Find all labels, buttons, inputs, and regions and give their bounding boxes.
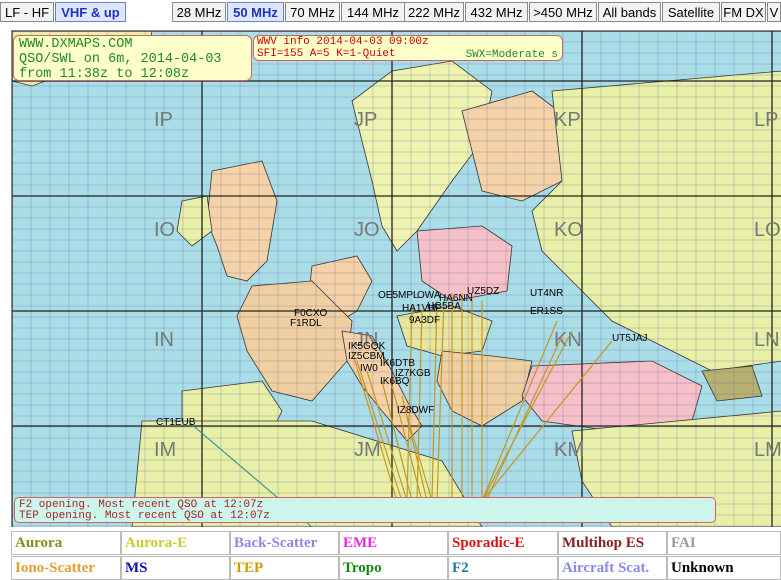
legend-eme: EME [339, 531, 448, 555]
tab-vhf-up[interactable]: VHF & up [55, 2, 126, 22]
station-label: IZ8DWF [397, 405, 434, 416]
site-name: WWW.DXMAPS.COM [19, 37, 133, 52]
land-britain [206, 160, 278, 282]
tab-70-mhz[interactable]: 70 MHz [285, 2, 340, 22]
grid-label-im: IM [154, 439, 176, 461]
station-label: 9A3DF [409, 315, 440, 326]
station-label: OWA [417, 290, 441, 301]
legend-tropo: Tropo [339, 556, 448, 580]
tab-222-mhz[interactable]: 222 MHz [404, 2, 464, 22]
station-label: ER1SS [530, 306, 563, 317]
legend-sporadic-e: Sporadic-E [448, 531, 558, 555]
legend-iono-scatter: Iono-Scatter [11, 556, 121, 580]
status-line-tep: TEP opening. Most recent QSO at 12:07z [19, 510, 270, 522]
grid-label-in: IN [154, 329, 174, 351]
tab-28-mhz[interactable]: 28 MHz [172, 2, 226, 22]
legend-aircraft-scat: Aircraft Scat. [558, 556, 667, 580]
grid-label-jm: JM [354, 439, 381, 461]
opening-status-box: F2 opening. Most recent QSO at 12:07z TE… [14, 497, 716, 523]
tab-v[interactable]: V [767, 2, 781, 22]
grid-label-ln: LN [754, 329, 780, 351]
station-label: HG5BA [427, 301, 461, 312]
grid-label-jo: JO [354, 219, 380, 241]
wwv-timestamp: WWV info 2014-04-03 09:00z [257, 36, 429, 48]
legend-aurora-e: Aurora-E [121, 531, 230, 555]
legend-aurora: Aurora [11, 531, 121, 555]
grid-label-lp: LP [754, 109, 778, 131]
grid-label-ip: IP [154, 109, 173, 131]
tab-50-mhz[interactable]: 50 MHz [227, 2, 284, 22]
land-ireland [176, 195, 213, 247]
station-label: UT4NR [530, 288, 563, 299]
map-canvas: IPJPKPLPIOJOKOLOINJNKNLNIMJMKMLMF0CXOF1R… [12, 31, 781, 527]
tab-fm-dx[interactable]: FM DX [721, 2, 766, 22]
tab-450-mhz[interactable]: >450 MHz [529, 2, 597, 22]
tab-lf-hf[interactable]: LF - HF [0, 2, 54, 22]
station-label: CT1EUB [156, 417, 196, 428]
grid-label-jp: JP [354, 109, 377, 131]
grid-label-kp: KP [554, 109, 581, 131]
station-label: UT5JAJ [612, 333, 648, 344]
station-label: IW0 [360, 363, 378, 374]
legend-f2: F2 [448, 556, 558, 580]
map-title-box: WWW.DXMAPS.COM QSO/SWL on 6m, 2014-04-03… [13, 35, 252, 82]
legend-multihop-es: Multihop ES [558, 531, 667, 555]
grid-label-ko: KO [554, 219, 583, 241]
tab-432-mhz[interactable]: 432 MHz [465, 2, 528, 22]
legend-back-scatter: Back-Scatter [230, 531, 339, 555]
wwv-info-box: WWV info 2014-04-03 09:00z SFI=155 A=5 K… [253, 35, 563, 61]
grid-label-km: KM [554, 439, 584, 461]
band-tab-bar: LF - HF VHF & up 28 MHz 50 MHz 70 MHz 144 MHz… [0, 0, 781, 25]
tab-satellite[interactable]: Satellite [662, 2, 720, 22]
legend-ms: MS [121, 556, 230, 580]
tab-all-bands[interactable]: All bands [598, 2, 661, 22]
grid-label-lm: LM [754, 439, 781, 461]
tab-144-mhz[interactable]: 144 MHz [341, 2, 405, 22]
legend-fai: FAI [667, 531, 781, 555]
station-label: OE5MPL [378, 290, 419, 301]
mode-legend: Aurora Aurora-E Back-Scatter EME Sporadic-E M… [11, 531, 781, 580]
qso-band-date: QSO/SWL on 6m, 2014-04-03 [19, 52, 222, 67]
legend-unknown: Unknown [667, 556, 781, 580]
station-label: UZ5DZ [467, 286, 499, 297]
time-range: from 11:38z to 12:08z [19, 67, 190, 82]
grid-label-io: IO [154, 219, 175, 241]
legend-tep: TEP [230, 556, 339, 580]
station-label: F1RDL [290, 318, 322, 329]
grid-label-lo: LO [754, 219, 781, 241]
space-weather: SWX=Moderate s [465, 49, 558, 61]
propagation-map[interactable]: IPJPKPLPIOJOKOLOINJNKNLNIMJMKMLMF0CXOF1R… [11, 30, 781, 527]
land-turkey [521, 360, 703, 432]
station-label: IK6BQ [380, 376, 410, 387]
